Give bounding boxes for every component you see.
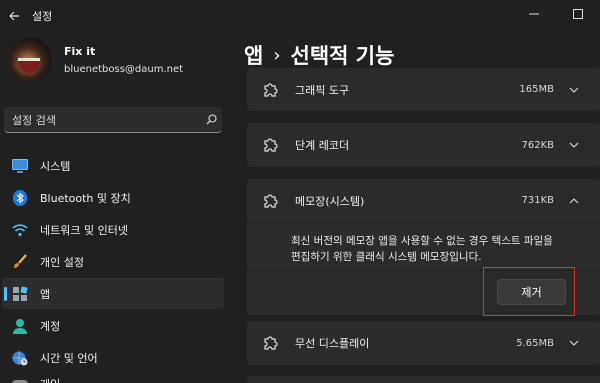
avatar [8, 38, 52, 82]
apps-icon [11, 285, 29, 303]
puzzle-icon [261, 192, 279, 210]
feature-name: 메모장(시스템) [295, 194, 365, 208]
feature-name: 무선 디스플레이 [295, 337, 370, 350]
sidebar-item-accounts[interactable]: 계정 [2, 310, 224, 341]
chevron-down-icon[interactable] [568, 84, 580, 96]
feature-header[interactable]: 메모장(시스템) 731KB [247, 179, 600, 223]
sidebar-item-label: 네트워크 및 인터넷 [40, 223, 128, 237]
back-button[interactable] [2, 4, 26, 28]
feature-card-steps-recorder[interactable]: 단계 레코더 762KB [247, 123, 600, 167]
puzzle-icon [261, 334, 279, 352]
maximize-icon [573, 9, 583, 19]
feature-card-wireless-display[interactable]: 무선 디스플레이 5.65MB [247, 321, 600, 365]
feature-description: 최신 버전의 메모장 앱을 사용할 수 없는 경우 텍스트 파일을 편집하기 위… [291, 235, 553, 263]
feature-card-graphics-tools[interactable]: 그래픽 도구 165MB [247, 68, 600, 111]
settings-search-box[interactable]: 설정 검색 [4, 107, 222, 133]
puzzle-icon [261, 136, 279, 154]
sidebar-item-personalization[interactable]: 개인 설정 [2, 246, 224, 277]
highlight-box [483, 267, 575, 316]
chevron-down-icon[interactable] [568, 337, 580, 349]
user-profile[interactable]: Fix it bluenetboss@daum.net [8, 38, 183, 82]
sidebar-item-label: 앱 [40, 287, 51, 301]
feature-card-next [247, 376, 600, 383]
window-title: 설정 [32, 10, 53, 23]
profile-email: bluenetboss@daum.net [64, 64, 184, 75]
feature-name: 그래픽 도구 [295, 83, 350, 97]
breadcrumb-parent[interactable]: 앱 [244, 40, 263, 70]
sidebar-item-label: 시간 및 언어 [40, 351, 98, 365]
bluetooth-icon [11, 189, 29, 207]
back-arrow-icon [9, 11, 19, 21]
maximize-button[interactable] [556, 0, 600, 28]
page-title: 선택적 기능 [290, 44, 395, 68]
sidebar-item-time-language[interactable]: 시간 및 언어 [2, 342, 224, 373]
search-input[interactable]: 설정 검색 [12, 112, 200, 128]
sidebar-item-gaming[interactable]: 게임 [2, 374, 224, 383]
sidebar-item-system[interactable]: 시스템 [2, 150, 224, 181]
sidebar-nav: 시스템 Bluetooth 및 장치 네트워크 및 인터넷 개인 설정 앱 계정 [2, 150, 224, 383]
search-icon[interactable] [200, 114, 222, 125]
sidebar-item-label: 시스템 [40, 159, 71, 173]
feature-name: 단계 레코더 [295, 139, 350, 152]
sidebar-item-label: Bluetooth 및 장치 [40, 191, 131, 205]
wifi-icon [11, 221, 29, 239]
feature-size: 762KB [521, 139, 554, 151]
feature-size: 5.65MB [516, 337, 554, 349]
sidebar-item-network[interactable]: 네트워크 및 인터넷 [2, 214, 224, 245]
title-bar: 설정 [0, 0, 600, 32]
feature-size: 165MB [519, 84, 554, 95]
breadcrumb: 앱 › 선택적 기능 [244, 40, 394, 70]
game-icon [11, 375, 29, 383]
sidebar-item-apps[interactable]: 앱 [2, 278, 224, 309]
sidebar-item-label: 개인 설정 [40, 255, 84, 269]
chevron-up-icon[interactable] [568, 195, 580, 207]
sidebar-item-label: 계정 [40, 319, 61, 333]
sidebar-item-bluetooth[interactable]: Bluetooth 및 장치 [2, 182, 224, 213]
globe-clock-icon [11, 349, 29, 367]
chevron-down-icon[interactable] [568, 139, 580, 151]
breadcrumb-separator: › [273, 44, 281, 66]
window-controls [512, 0, 600, 28]
minimize-button[interactable] [512, 0, 556, 28]
puzzle-icon [261, 81, 279, 99]
person-icon [11, 317, 29, 335]
brush-icon [11, 253, 29, 271]
feature-size: 731KB [521, 195, 554, 206]
minimize-icon [529, 13, 539, 15]
sidebar-item-label: 게임 [40, 376, 60, 383]
system-monitor-icon [11, 157, 29, 175]
profile-name: Fix it [64, 45, 96, 58]
